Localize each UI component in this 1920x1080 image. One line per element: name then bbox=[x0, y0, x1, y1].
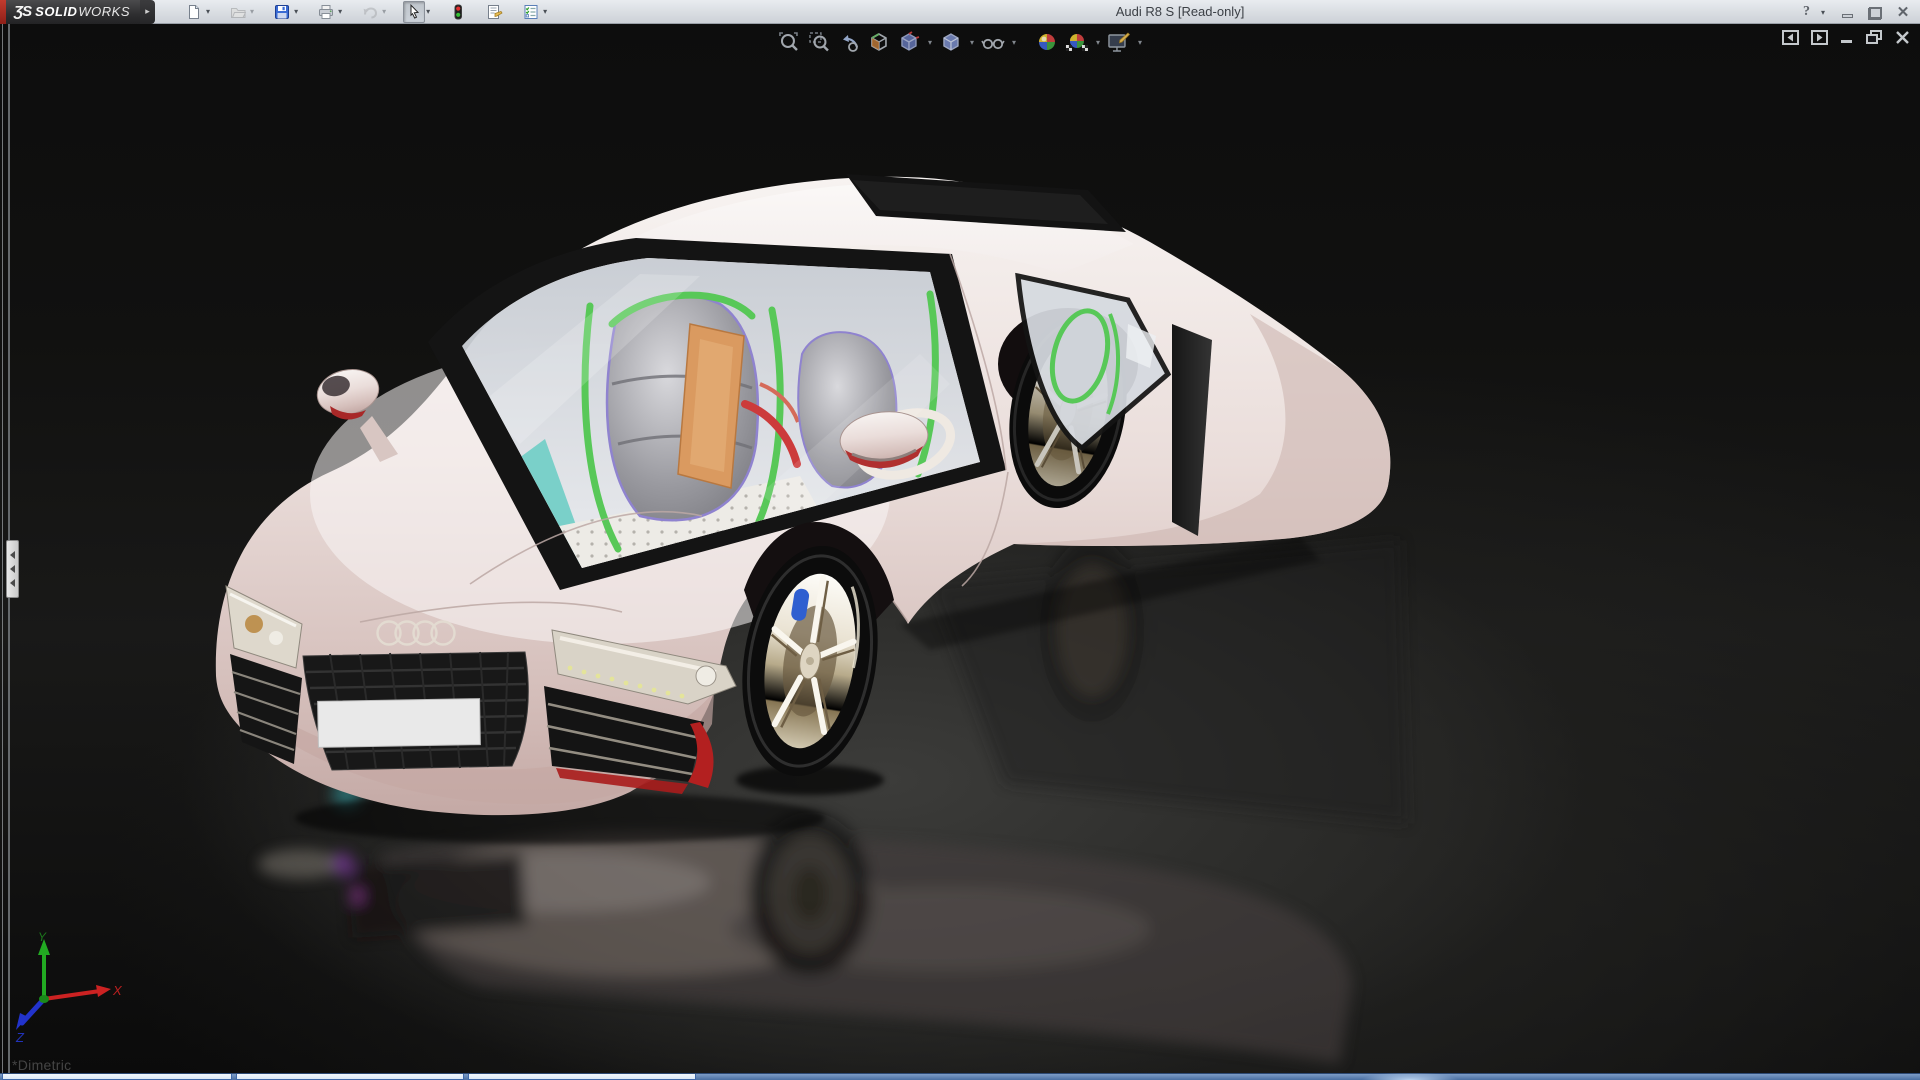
taskbar-button[interactable] bbox=[468, 1074, 696, 1080]
new-document-icon bbox=[189, 4, 200, 19]
previous-view-button[interactable] bbox=[836, 29, 862, 55]
triad-x-label: X bbox=[112, 983, 123, 998]
zoom-to-fit-button[interactable] bbox=[776, 29, 802, 55]
hide-show-dropdown[interactable]: ▾ bbox=[1010, 38, 1018, 47]
help-button[interactable]: ? bbox=[1803, 4, 1810, 20]
rebuild-button[interactable] bbox=[447, 1, 469, 23]
eyeglasses-icon bbox=[981, 38, 1005, 50]
restore-button[interactable] bbox=[1866, 4, 1884, 20]
edit-appearance-button[interactable] bbox=[1034, 29, 1060, 55]
taskbar-button[interactable] bbox=[236, 1074, 464, 1080]
apply-scene-icon bbox=[1066, 34, 1089, 51]
standard-toolbar: ▾ ▾ ▾ ▾ ▾ ▾ ▾ bbox=[183, 0, 550, 24]
triad-y-label: Y bbox=[38, 931, 47, 944]
coordinate-triad: Y X Z bbox=[15, 931, 123, 1043]
view-settings-button[interactable] bbox=[1106, 29, 1132, 55]
undo-arrow-icon bbox=[363, 6, 378, 18]
print-button[interactable] bbox=[315, 1, 337, 23]
window-edge-line bbox=[2, 24, 3, 1073]
minimize-button[interactable] bbox=[1838, 4, 1856, 20]
viewport-minimize-icon bbox=[1841, 40, 1852, 43]
file-properties-button[interactable] bbox=[483, 1, 506, 23]
viewport-restore-icon bbox=[1866, 30, 1882, 44]
new-document-button[interactable] bbox=[183, 1, 205, 23]
3d-viewport-canvas[interactable] bbox=[0, 24, 1920, 1073]
display-style-icon bbox=[943, 33, 959, 51]
undo-dropdown[interactable]: ▾ bbox=[381, 7, 389, 16]
apply-scene-button[interactable] bbox=[1064, 29, 1090, 55]
section-view-button[interactable] bbox=[866, 29, 892, 55]
view-orientation-button[interactable] bbox=[896, 29, 922, 55]
open-dropdown[interactable]: ▾ bbox=[249, 7, 257, 16]
close-icon: ✕ bbox=[1896, 4, 1910, 21]
traffic-light-icon bbox=[454, 4, 463, 19]
appearance-sphere-icon bbox=[1039, 34, 1056, 50]
view-orientation-icon bbox=[901, 31, 920, 51]
graphics-viewport: ▾ ▾ ▾ ▾ ▾ Y X Z *Dimetric bbox=[0, 24, 1920, 1073]
select-dropdown[interactable]: ▾ bbox=[425, 7, 433, 16]
save-floppy-icon bbox=[275, 4, 290, 19]
apply-scene-dropdown[interactable]: ▾ bbox=[1094, 38, 1102, 47]
collapse-arrow-icon bbox=[10, 579, 15, 587]
logo-text-bold: SOLID bbox=[35, 4, 78, 19]
logo-text-light: WORKS bbox=[78, 4, 131, 19]
splitter-handle[interactable] bbox=[6, 540, 19, 598]
menu-flyout-tab[interactable]: ▸ bbox=[140, 0, 156, 24]
options-checklist-icon bbox=[524, 4, 538, 19]
save-button[interactable] bbox=[271, 1, 293, 23]
open-folder-icon bbox=[231, 7, 247, 18]
display-style-dropdown[interactable]: ▾ bbox=[968, 38, 976, 47]
restore-icon bbox=[1868, 7, 1882, 20]
zoom-to-area-icon bbox=[809, 32, 829, 52]
view-settings-dropdown[interactable]: ▾ bbox=[1136, 38, 1144, 47]
print-dropdown[interactable]: ▾ bbox=[337, 7, 345, 16]
select-tool-button[interactable] bbox=[403, 0, 426, 23]
display-style-button[interactable] bbox=[938, 29, 964, 55]
solidworks-mark-icon: ƷS bbox=[14, 3, 32, 20]
viewport-close-icon bbox=[1896, 31, 1909, 44]
new-dropdown[interactable]: ▾ bbox=[205, 7, 213, 16]
close-button[interactable]: ✕ bbox=[1894, 4, 1912, 20]
file-properties-icon bbox=[488, 4, 503, 19]
zoom-to-fit-icon bbox=[779, 32, 798, 51]
taskbar-button[interactable] bbox=[2, 1074, 232, 1080]
collapse-pane-right-button[interactable] bbox=[1811, 30, 1828, 45]
taskbar-sliver bbox=[0, 1073, 1920, 1080]
collapse-left-icon bbox=[1782, 30, 1799, 45]
view-orientation-dropdown[interactable]: ▾ bbox=[926, 38, 934, 47]
options-dropdown[interactable]: ▾ bbox=[542, 7, 550, 16]
viewport-minimize-button[interactable] bbox=[1840, 30, 1854, 45]
select-cursor-icon bbox=[410, 3, 420, 19]
heads-up-view-toolbar: ▾ ▾ ▾ ▾ ▾ bbox=[776, 29, 1144, 55]
taskbar-glow bbox=[1350, 1073, 1470, 1080]
view-settings-icon bbox=[1108, 32, 1131, 52]
collapse-arrow-icon bbox=[10, 551, 15, 559]
section-view-icon bbox=[871, 33, 887, 51]
undo-button[interactable] bbox=[359, 1, 381, 23]
window-title: Audi R8 S [Read-only] bbox=[1115, 4, 1245, 19]
collapse-pane-left-button[interactable] bbox=[1782, 30, 1799, 45]
save-dropdown[interactable]: ▾ bbox=[293, 7, 301, 16]
hide-show-items-button[interactable] bbox=[980, 29, 1006, 55]
view-orientation-label: *Dimetric bbox=[12, 1057, 72, 1073]
printer-icon bbox=[319, 4, 334, 19]
front-grille bbox=[302, 651, 529, 771]
document-window-controls bbox=[1782, 30, 1910, 45]
collapse-right-icon bbox=[1811, 30, 1828, 45]
solidworks-logo: ƷS SOLID WORKS ▸ bbox=[0, 0, 156, 24]
viewport-close-button[interactable] bbox=[1895, 30, 1910, 45]
open-document-button[interactable] bbox=[227, 1, 249, 23]
triad-z-label: Z bbox=[15, 1030, 25, 1043]
previous-view-icon bbox=[842, 35, 859, 52]
viewport-restore-button[interactable] bbox=[1866, 30, 1883, 45]
license-plate-blank bbox=[317, 698, 481, 748]
help-dropdown[interactable]: ▾ bbox=[1820, 8, 1828, 17]
minimize-icon bbox=[1841, 14, 1853, 18]
zoom-to-area-button[interactable] bbox=[806, 29, 832, 55]
collapse-arrow-icon bbox=[10, 565, 15, 573]
options-button[interactable] bbox=[520, 1, 542, 23]
title-bar: ƷS SOLID WORKS ▸ ▾ ▾ ▾ ▾ ▾ ▾ ▾ Audi R8 S… bbox=[0, 0, 1920, 24]
